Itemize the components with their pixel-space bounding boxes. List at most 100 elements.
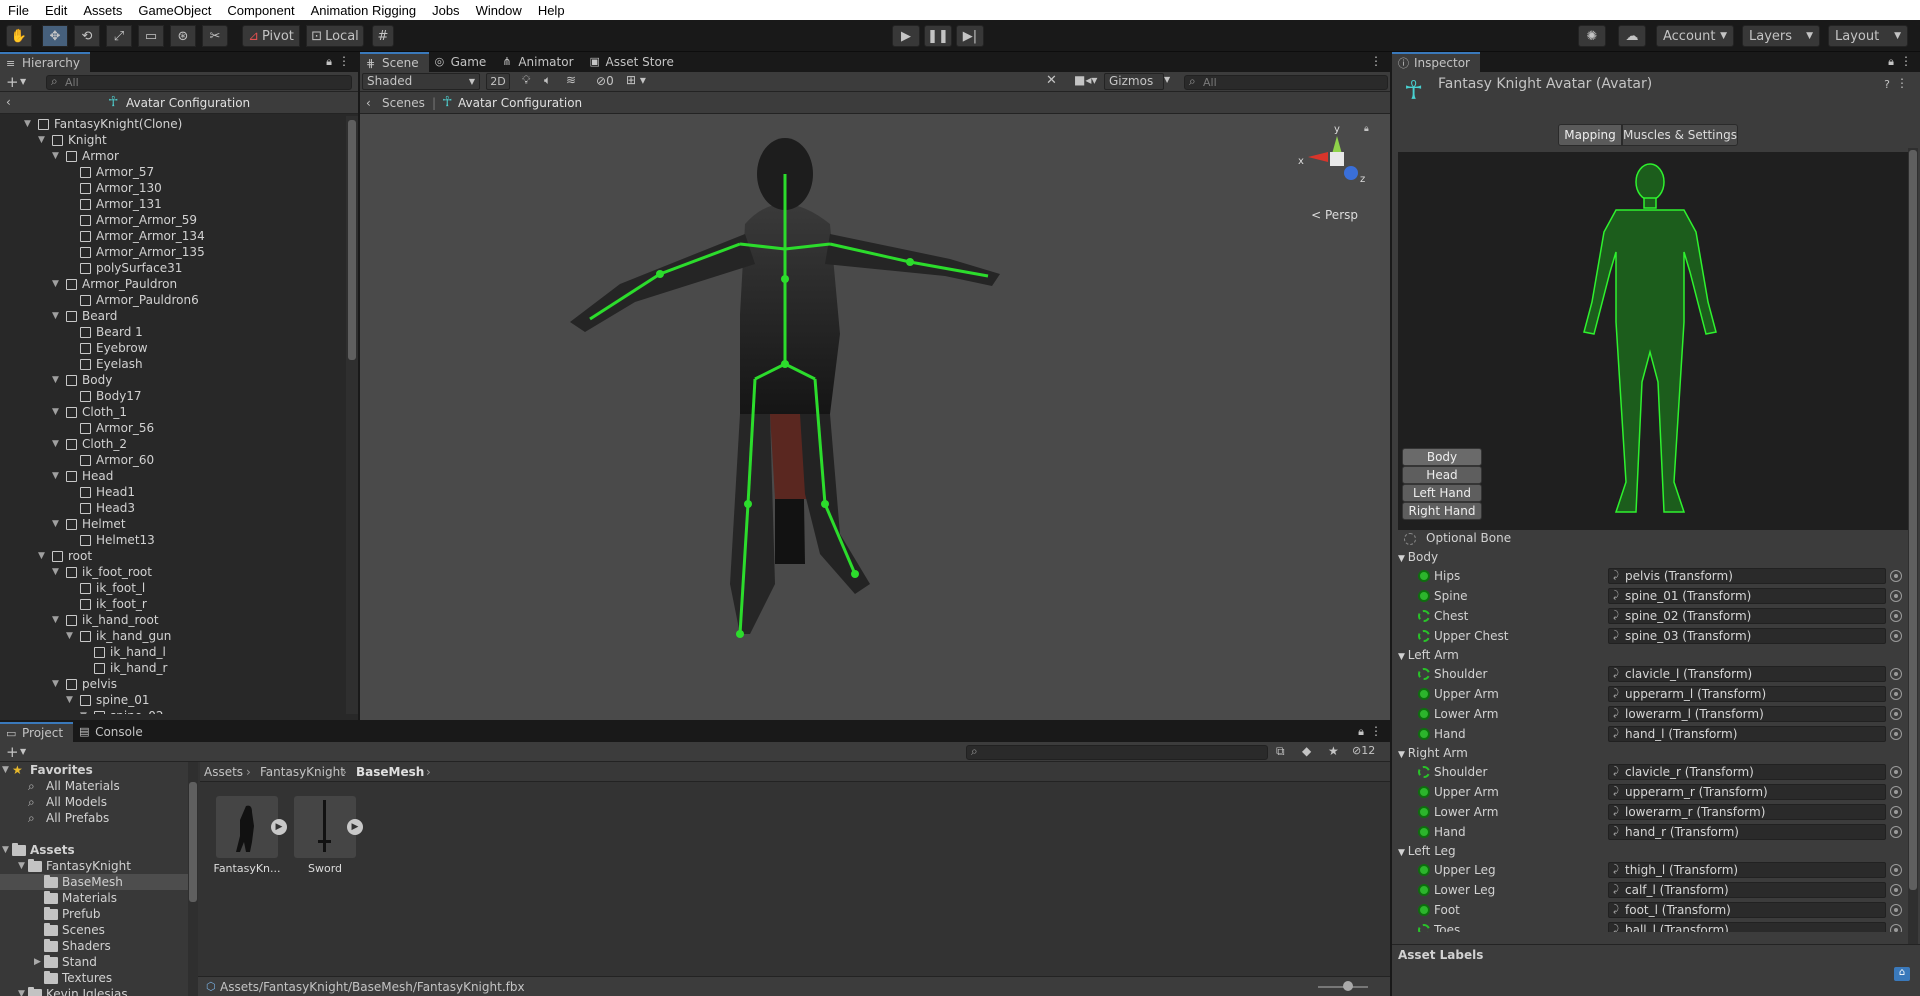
add-icon[interactable]: + [6, 73, 19, 91]
hierarchy-row[interactable]: ▼ Knight [0, 132, 346, 148]
menu-file[interactable]: File [0, 3, 37, 18]
hierarchy-row[interactable]: Armor_131 [0, 196, 346, 212]
scene-viewport[interactable]: y x z 🔒︎ < Persp [360, 114, 1390, 720]
bone-status-icon[interactable] [1418, 728, 1430, 740]
gizmos-dropdown[interactable]: Gizmos [1104, 73, 1164, 90]
scroll-thumb[interactable] [348, 120, 356, 360]
object-picker-icon[interactable] [1890, 884, 1902, 896]
menu-component[interactable]: Component [219, 3, 302, 18]
more-icon[interactable]: ⋮ [338, 54, 350, 68]
bone-status-icon[interactable] [1418, 688, 1430, 700]
slider-handle[interactable] [1343, 981, 1353, 991]
local-toggle[interactable]: ⊡ Local [306, 25, 364, 47]
expand-arrow-icon[interactable]: ▼ [24, 116, 34, 132]
hierarchy-row[interactable]: Eyebrow [0, 340, 346, 356]
project-tree-item[interactable]: ⌕ All Models [0, 794, 188, 810]
project-tree-item[interactable]: Shaders [0, 938, 188, 954]
expand-arrow-icon[interactable]: ▼ [52, 468, 62, 484]
bone-transform-field[interactable]: calf_l (Transform) [1608, 882, 1886, 898]
bone-status-icon[interactable] [1418, 806, 1430, 818]
bone-transform-field[interactable]: foot_l (Transform) [1608, 902, 1886, 918]
back-arrow-icon[interactable]: ‹ [6, 95, 11, 109]
services-icon[interactable]: ✺ [1578, 25, 1606, 47]
bone-transform-field[interactable]: upperarm_r (Transform) [1608, 784, 1886, 800]
bone-status-icon[interactable] [1418, 786, 1430, 798]
bone-status-icon[interactable] [1418, 864, 1430, 876]
expand-arrow-icon[interactable]: ▼ [18, 986, 25, 996]
tab-asset-store[interactable]: ▣ Asset Store [584, 52, 684, 72]
audio-icon[interactable]: 🔈︎ [544, 73, 551, 88]
rect-tool-icon[interactable]: ▭ [138, 25, 164, 47]
more-icon[interactable]: ⋮ [1370, 724, 1382, 738]
chevron-down-icon[interactable]: ▼ [20, 77, 26, 86]
breadcrumb-assets[interactable]: Assets [204, 765, 243, 779]
hierarchy-row[interactable]: ik_foot_r [0, 596, 346, 612]
bone-status-icon[interactable] [1418, 590, 1430, 602]
hierarchy-row[interactable]: polySurface31 [0, 260, 346, 276]
account-dropdown[interactable]: Account ▼ [1656, 25, 1734, 47]
bone-transform-field[interactable]: spine_03 (Transform) [1608, 628, 1886, 644]
hierarchy-row[interactable]: Body17 [0, 388, 346, 404]
expand-arrow-icon[interactable]: ▼ [38, 132, 48, 148]
expand-arrow-icon[interactable]: ▼ [52, 436, 62, 452]
menu-jobs[interactable]: Jobs [424, 3, 467, 18]
expand-arrow-icon[interactable]: ▼ [18, 858, 25, 874]
expand-asset-icon[interactable]: ▶ [271, 819, 287, 835]
tab-muscles-settings[interactable]: Muscles & Settings [1622, 124, 1738, 146]
object-picker-icon[interactable] [1890, 590, 1902, 602]
hierarchy-row[interactable]: ik_foot_l [0, 580, 346, 596]
pause-button[interactable]: ❚❚ [924, 25, 952, 47]
hierarchy-row[interactable]: Helmet13 [0, 532, 346, 548]
chevron-down-icon[interactable]: ▼ [20, 747, 26, 756]
lock-icon[interactable]: 🔒︎ [1888, 55, 1894, 69]
hidden-objects-icon[interactable]: ⊘0 [596, 74, 614, 88]
hierarchy-row[interactable]: ▼ Armor [0, 148, 346, 164]
project-tree-item[interactable]: Textures [0, 970, 188, 986]
expand-arrow-icon[interactable]: ▼ [66, 628, 76, 644]
inspector-scrollbar[interactable] [1908, 148, 1918, 996]
menu-gameobject[interactable]: GameObject [130, 3, 219, 18]
expand-arrow-icon[interactable]: ▼ [52, 308, 62, 324]
bone-transform-field[interactable]: ball_l (Transform) [1608, 922, 1886, 932]
tab-project[interactable]: ▭ Project [0, 722, 74, 742]
help-icon[interactable]: ? [1884, 78, 1890, 91]
more-icon[interactable]: ⋮ [1370, 54, 1382, 68]
object-picker-icon[interactable] [1890, 786, 1902, 798]
hierarchy-row[interactable]: ▼ Body [0, 372, 346, 388]
pivot-toggle[interactable]: ⊿ Pivot [242, 25, 300, 47]
bone-status-icon[interactable] [1418, 884, 1430, 896]
bone-status-icon[interactable] [1418, 904, 1430, 916]
project-tree-item[interactable]: ▶ Stand [0, 954, 188, 970]
bone-status-icon[interactable] [1418, 610, 1430, 622]
step-button[interactable]: ▶| [956, 25, 984, 47]
object-picker-icon[interactable] [1890, 668, 1902, 680]
project-tree-item[interactable]: ▼ Assets [0, 842, 188, 858]
hierarchy-row[interactable]: Head3 [0, 500, 346, 516]
scroll-thumb[interactable] [189, 782, 197, 902]
project-tree-item[interactable]: ⌕ All Prefabs [0, 810, 188, 826]
scene-search-input[interactable]: All [1184, 75, 1388, 90]
tab-hierarchy[interactable]: ≡ Hierarchy [0, 52, 91, 72]
object-picker-icon[interactable] [1890, 864, 1902, 876]
cloud-icon[interactable]: ☁ [1618, 25, 1646, 47]
object-picker-icon[interactable] [1890, 924, 1902, 932]
hierarchy-row[interactable]: ▼ Head [0, 468, 346, 484]
grid-snap-icon[interactable]: # [372, 25, 394, 47]
body-view-button[interactable]: Body [1402, 448, 1482, 466]
expand-asset-icon[interactable]: ▶ [347, 819, 363, 835]
menu-window[interactable]: Window [468, 3, 530, 18]
object-picker-icon[interactable] [1890, 806, 1902, 818]
hierarchy-row[interactable]: ▼ root [0, 548, 346, 564]
hierarchy-row[interactable]: Armor_56 [0, 420, 346, 436]
breadcrumb-scenes[interactable]: Scenes [382, 96, 425, 110]
bone-transform-field[interactable]: spine_02 (Transform) [1608, 608, 1886, 624]
filter-label-icon[interactable]: ◆ [1302, 744, 1311, 758]
bone-transform-field[interactable]: clavicle_r (Transform) [1608, 764, 1886, 780]
project-tree-item[interactable]: ▼ FantasyKnight [0, 858, 188, 874]
play-button[interactable]: ▶ [892, 25, 920, 47]
2d-toggle[interactable]: 2D [486, 73, 510, 90]
favorite-star-icon[interactable]: ★ [1328, 744, 1339, 758]
project-tree-scrollbar[interactable] [188, 762, 198, 996]
bone-status-icon[interactable] [1418, 826, 1430, 838]
expand-arrow-icon[interactable]: ▶ [34, 954, 41, 970]
